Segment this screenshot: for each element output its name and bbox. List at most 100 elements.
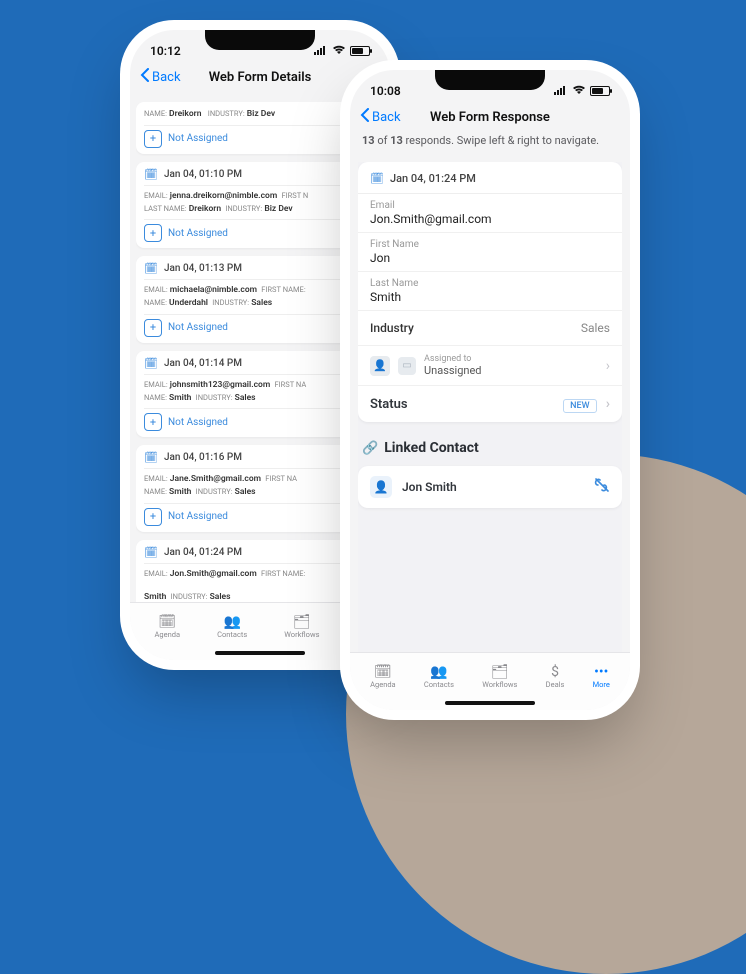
- assign-plus-button[interactable]: +: [144, 319, 162, 337]
- assign-plus-button[interactable]: +: [144, 508, 162, 526]
- contacts-icon: 👥: [430, 665, 447, 679]
- hint-total: 13: [390, 134, 403, 147]
- tab-agenda[interactable]: 🗓 Agenda: [155, 615, 181, 639]
- field-label: Email: [370, 200, 610, 211]
- response-card[interactable]: 🗓 Jan 04, 01:13 PM EMAIL: michaela@nimbl…: [136, 256, 384, 343]
- response-card[interactable]: 🗓 Jan 04, 01:16 PM EMAIL: Jane.Smith@gma…: [136, 445, 384, 532]
- tab-deals[interactable]: $ Deals: [546, 665, 565, 689]
- assign-plus-button[interactable]: +: [144, 224, 162, 242]
- assigned-to-row[interactable]: 👤 ▭ Assigned to Unassigned ›: [358, 346, 622, 386]
- nav-bar: Back Web Form Response: [350, 104, 630, 134]
- tab-label: Workflows: [284, 630, 319, 639]
- tab-more[interactable]: ••• More: [593, 665, 610, 689]
- status-badge: NEW: [563, 399, 596, 413]
- field-value: Jon.Smith@gmail.com: [370, 211, 610, 226]
- tab-label: Deals: [546, 680, 565, 689]
- response-card[interactable]: 🗓 Jan 04, 01:10 PM EMAIL: jenna.dreikorn…: [136, 162, 384, 249]
- wifi-icon: [572, 84, 586, 98]
- meta-email-val: Jane.Smith@gmail.com: [170, 474, 261, 484]
- industry-value: Sales: [581, 321, 610, 335]
- field-email: Email Jon.Smith@gmail.com: [358, 194, 622, 233]
- meta-last-val: Smith: [169, 393, 191, 403]
- field-label: First Name: [370, 239, 610, 250]
- meta-email-key: EMAIL:: [144, 474, 168, 483]
- response-card[interactable]: 🗓 Jan 04, 01:24 PM EMAIL: Jon.Smith@gmai…: [136, 540, 384, 602]
- meta-industry-key: INDUSTRY:: [196, 393, 233, 402]
- hint-current: 13: [362, 134, 375, 147]
- back-label: Back: [372, 110, 401, 125]
- hint-rest: responds. Swipe left & right to navigate…: [403, 134, 599, 147]
- assign-plus-button[interactable]: +: [144, 413, 162, 431]
- linked-contact-card[interactable]: 👤 Jon Smith: [358, 466, 622, 508]
- meta-email-key: EMAIL:: [144, 380, 168, 389]
- card-date: Jan 04, 01:10 PM: [164, 169, 242, 180]
- back-button[interactable]: Back: [140, 68, 181, 86]
- meta-email-val: Jon.Smith@gmail.com: [170, 569, 257, 579]
- status-time: 10:12: [150, 44, 181, 58]
- response-card[interactable]: 🗓 Jan 04, 01:14 PM EMAIL: johnsmith123@g…: [136, 351, 384, 438]
- meta-industry-val: Sales: [251, 298, 272, 308]
- card-date: Jan 04, 01:13 PM: [164, 263, 242, 274]
- meta-first-key: FIRST NA: [265, 474, 297, 483]
- chevron-left-icon: [360, 108, 370, 126]
- meta-email-key: EMAIL:: [144, 191, 168, 200]
- back-button[interactable]: Back: [360, 108, 401, 126]
- response-detail-card: 🗓 Jan 04, 01:24 PM Email Jon.Smith@gmail…: [358, 162, 622, 422]
- meta-email-key: EMAIL:: [144, 569, 168, 578]
- status-icons: [314, 44, 370, 58]
- meta-last-key: NAME:: [144, 298, 167, 307]
- link-icon: 🔗: [362, 441, 378, 456]
- list-scroll[interactable]: NAME: Dreikorn INDUSTRY: Biz Dev + Not A…: [136, 102, 384, 602]
- meta-industry-key: INDUSTRY:: [225, 204, 262, 213]
- meta-last-val: Dreikorn: [189, 204, 221, 214]
- meta-email-val: johnsmith123@gmail.com: [170, 380, 270, 390]
- meta-first-key: FIRST NAME:: [261, 285, 305, 294]
- contact-avatar-icon: 👤: [370, 476, 392, 498]
- meta-industry-val: Biz Dev: [247, 109, 275, 119]
- meta-industry-val: Biz Dev: [264, 204, 292, 214]
- not-assigned-label: Not Assigned: [168, 322, 228, 333]
- page-title: Web Form Response: [430, 110, 550, 125]
- meta-industry-key: INDUSTRY:: [196, 487, 233, 496]
- not-assigned-label: Not Assigned: [168, 417, 228, 428]
- meta-last-key: NAME:: [144, 487, 167, 496]
- status-row[interactable]: Status NEW ›: [358, 386, 622, 422]
- card-date: Jan 04, 01:24 PM: [164, 547, 242, 558]
- meta-industry-val: Sales: [235, 393, 256, 403]
- tab-contacts[interactable]: 👥 Contacts: [424, 665, 454, 689]
- calendar-icon: 🗓: [158, 615, 176, 629]
- linked-contact-section: 🔗 Linked Contact: [358, 434, 622, 466]
- status-icons: [554, 84, 610, 98]
- back-label: Back: [152, 70, 181, 85]
- response-card-partial[interactable]: NAME: Dreikorn INDUSTRY: Biz Dev + Not A…: [136, 102, 384, 154]
- notch: [435, 70, 545, 90]
- field-industry[interactable]: Industry Sales: [358, 311, 622, 346]
- not-assigned-label: Not Assigned: [168, 511, 228, 522]
- meta-name-key: NAME:: [144, 109, 167, 118]
- tab-contacts[interactable]: 👥 Contacts: [217, 615, 247, 639]
- meta-industry-val: Sales: [210, 592, 231, 602]
- meta-last-key: LAST NAME:: [144, 204, 187, 213]
- chevron-left-icon: [140, 68, 150, 86]
- deals-icon: $: [551, 665, 559, 679]
- assign-plus-button[interactable]: +: [144, 130, 162, 148]
- calendar-icon: 🗓: [144, 546, 158, 559]
- field-last-name: Last Name Smith: [358, 272, 622, 311]
- card-date: Jan 04, 01:14 PM: [164, 358, 242, 369]
- meta-industry-key: INDUSTRY:: [212, 298, 249, 307]
- assigned-value: Unassigned: [424, 364, 482, 377]
- tab-workflows[interactable]: 🗂 Workflows: [482, 665, 517, 689]
- section-label: Linked Contact: [384, 440, 479, 456]
- detail-scroll[interactable]: 🗓 Jan 04, 01:24 PM Email Jon.Smith@gmail…: [358, 162, 622, 652]
- phone-right: 10:08 Back Web Form Response 13 of 13 re…: [350, 70, 630, 710]
- tab-agenda[interactable]: 🗓 Agenda: [370, 665, 396, 689]
- status-time: 10:08: [370, 84, 401, 98]
- tab-workflows[interactable]: 🗂 Workflows: [284, 615, 319, 639]
- signal-icon: [314, 44, 328, 58]
- meta-last-val: Smith: [144, 592, 166, 602]
- assigned-label: Assigned to: [424, 354, 482, 364]
- battery-icon: [590, 86, 610, 96]
- tab-label: More: [593, 680, 610, 689]
- calendar-icon: 🗓: [144, 262, 158, 275]
- unlink-icon[interactable]: [594, 478, 610, 496]
